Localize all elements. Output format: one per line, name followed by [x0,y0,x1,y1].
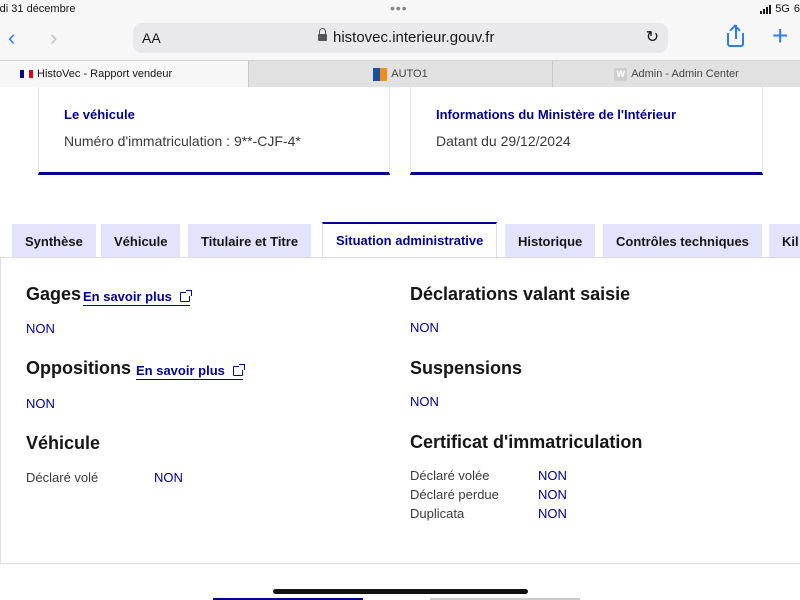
address-bar[interactable]: AA histovec.interieur.gouv.fr ↻ [133,23,668,53]
home-indicator[interactable] [273,589,528,594]
forward-icon[interactable]: › [50,25,57,51]
browser-tab-admin[interactable]: W Admin - Admin Center [552,61,800,87]
oppositions-heading: Oppositions [26,358,131,378]
browser-tab-auto1[interactable]: AUTO1 [248,61,552,87]
tab-situation-administrative[interactable]: Situation administrative [322,222,498,259]
browser-tab-histovec[interactable]: HistoVec - Rapport vendeur [0,61,248,87]
card-text: Datant du 29/12/2024 [436,133,571,149]
duplicata-label: Duplicata [410,506,465,521]
oppositions-more-link[interactable]: En savoir plus [136,363,245,380]
declare-vole-value: NON [154,470,183,485]
situation-panel: Gages En savoir plus NON Oppositions En … [0,257,800,564]
lock-icon [318,28,327,43]
signal-icon [760,4,772,14]
tab-vehicule[interactable]: Véhicule [101,224,181,258]
link-text: En savoir plus [83,289,172,304]
declaree-perdue-value: NON [538,487,567,502]
new-tab-icon[interactable]: + [772,20,788,52]
status-bar: rdi 31 décembre ••• 5G 6 [0,0,800,20]
tab-kilometrage[interactable]: Kil [769,224,800,258]
duplicata-value: NON [538,506,567,521]
tab-historique[interactable]: Historique [505,224,596,258]
status-indicators: 5G 6 [760,3,800,15]
multitask-dots-icon[interactable]: ••• [390,0,408,16]
french-flag-icon [20,70,33,78]
browser-tab-bar: HistoVec - Rapport vendeur AUTO1 W Admin… [0,60,800,87]
vehicule-heading: Véhicule [26,433,101,453]
url-text[interactable]: histovec.interieur.gouv.fr [333,29,494,46]
browser-tab-label: AUTO1 [391,68,428,80]
ministry-card: Informations du Ministère de l'Intérieur… [410,87,763,175]
declaree-volee-value: NON [538,468,567,483]
card-text: Numéro d'immatriculation : 9**-CJF-4* [64,133,301,149]
external-link-icon [179,290,192,302]
external-link-icon [232,364,245,376]
oppositions-value: NON [26,396,55,411]
declarations-heading: Déclarations valant saisie [410,284,631,304]
browser-toolbar: ‹ › AA histovec.interieur.gouv.fr ↻ + [0,20,800,60]
link-text: En savoir plus [136,363,225,378]
report-tabs: Synthèse Véhicule Titulaire et Titre Sit… [0,222,800,259]
declare-vole-label: Déclaré volé [26,470,99,485]
battery-label: 6 [793,3,800,15]
declaree-volee-label: Déclaré volée [410,468,490,483]
gages-more-link[interactable]: En savoir plus [83,289,192,306]
text-size-button[interactable]: AA [142,30,161,46]
share-icon[interactable] [726,24,746,49]
back-icon[interactable]: ‹ [8,25,15,51]
browser-tab-label: Admin - Admin Center [631,68,739,80]
vehicle-card: Le véhicule Numéro d'immatriculation : 9… [38,87,390,175]
tab-titulaire[interactable]: Titulaire et Titre [188,224,312,258]
certificat-heading: Certificat d'immatriculation [410,432,643,452]
tab-controles-techniques[interactable]: Contrôles techniques [603,224,762,258]
declarations-value: NON [410,320,439,335]
card-title: Informations du Ministère de l'Intérieur [436,107,677,122]
network-label: 5G [775,3,790,15]
gages-value: NON [26,321,55,336]
page-content: Le véhicule Numéro d'immatriculation : 9… [0,87,800,600]
suspensions-heading: Suspensions [410,358,523,378]
suspensions-value: NON [410,394,439,409]
auto1-logo-icon [373,67,388,81]
card-title: Le véhicule [64,107,135,122]
status-date: rdi 31 décembre [0,3,76,15]
tab-synthese[interactable]: Synthèse [12,224,96,258]
declaree-perdue-label: Déclaré perdue [410,487,499,502]
browser-tab-label: HistoVec - Rapport vendeur [37,68,173,80]
reload-icon[interactable]: ↻ [646,27,659,47]
admin-logo-icon: W [614,67,628,81]
gages-heading: Gages [26,284,82,304]
